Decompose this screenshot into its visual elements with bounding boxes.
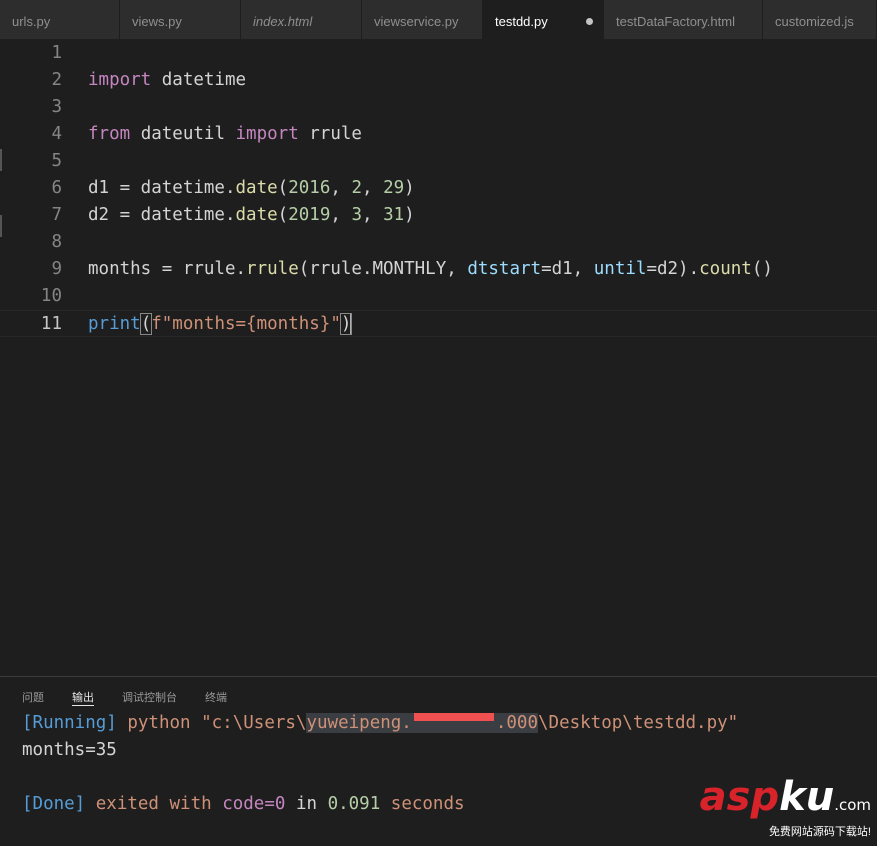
tab-bar: urls.py views.py index.html viewservice.py t… <box>0 0 877 39</box>
code-text: d1 = datetime.date(2016, 2, 29) <box>88 178 415 198</box>
text-cursor <box>350 313 353 335</box>
line-number: 3 <box>51 97 62 117</box>
panel-tab-1[interactable]: 输出 <box>72 689 94 706</box>
panel-tab-3[interactable]: 终端 <box>205 689 227 705</box>
tab-testdatafactory-html[interactable]: testDataFactory.html <box>604 0 763 39</box>
redaction-mark <box>413 713 494 721</box>
code-text: months = rrule.rrule(rrule.MONTHLY, dtst… <box>88 259 773 279</box>
line-number: 4 <box>51 124 62 144</box>
code-line[interactable]: 9 months = rrule.rrule(rrule.MONTHLY, dts… <box>0 256 877 283</box>
tab-customized-js[interactable]: customized.js <box>763 0 877 39</box>
line-number: 8 <box>51 232 62 252</box>
elapsed-time: 0.091 <box>327 794 381 814</box>
tab-label: viewservice.py <box>374 14 459 29</box>
line-number: 6 <box>51 178 62 198</box>
line-number: 1 <box>51 43 62 63</box>
aspku-watermark-logo: aspku.com 免费网站源码下载站! <box>699 774 871 838</box>
code-line[interactable]: 1 <box>0 40 877 67</box>
code-line[interactable]: 4 from dateutil import rrule <box>0 121 877 148</box>
output-line-done: [Done] exited with code=0 in 0.091 secon… <box>22 794 465 814</box>
line-number: 11 <box>40 314 62 334</box>
line-number: 2 <box>51 70 62 90</box>
tab-label: testDataFactory.html <box>616 14 735 29</box>
done-tag: [Done] <box>22 794 86 814</box>
code-line[interactable]: 11 print(f"months={months}") <box>0 310 877 337</box>
code-line[interactable]: 3 <box>0 94 877 121</box>
tab-label: views.py <box>132 14 182 29</box>
exit-code: code=0 <box>222 794 286 814</box>
code-editor[interactable]: 1 2 import datetime 3 4 from dateutil import … <box>0 39 877 676</box>
line-number: 9 <box>51 259 62 279</box>
panel-tabs: 问题 输出 调试控制台 终端 <box>22 689 255 706</box>
run-command: python "c:\Users\yuweipeng. .000\Desktop\… <box>116 713 739 733</box>
output-line-result: months=35 <box>22 740 117 760</box>
tab-viewservice-py[interactable]: viewservice.py <box>362 0 483 39</box>
tab-label: index.html <box>253 14 313 29</box>
code-line[interactable]: 8 <box>0 229 877 256</box>
tab-label: customized.js <box>775 14 854 29</box>
running-tag: [Running] <box>22 713 117 733</box>
code-line[interactable]: 10 <box>0 283 877 310</box>
code-text: d2 = datetime.date(2019, 3, 31) <box>88 205 415 225</box>
tab-views-py[interactable]: views.py <box>120 0 241 39</box>
code-line[interactable]: 7 d2 = datetime.date(2019, 3, 31) <box>0 202 877 229</box>
code-text: from dateutil import rrule <box>88 124 362 144</box>
line-number: 10 <box>40 286 62 306</box>
line-number: 5 <box>51 151 62 171</box>
line-number: 7 <box>51 205 62 225</box>
unsaved-dot-icon[interactable] <box>586 18 593 25</box>
tab-testdd-py[interactable]: testdd.py <box>483 0 604 39</box>
tab-label: urls.py <box>12 14 51 29</box>
tab-index-html[interactable]: index.html <box>241 0 362 39</box>
code-line[interactable]: 2 import datetime <box>0 67 877 94</box>
panel-tab-0[interactable]: 问题 <box>22 689 44 705</box>
panel-tab-2[interactable]: 调试控制台 <box>122 689 177 705</box>
code-line[interactable]: 5 <box>0 148 877 175</box>
code-text: print(f"months={months}") <box>88 313 353 335</box>
code-text: import datetime <box>88 70 247 90</box>
tab-label: testdd.py <box>495 14 548 29</box>
code-line[interactable]: 6 d1 = datetime.date(2016, 2, 29) <box>0 175 877 202</box>
tab-urls-py[interactable]: urls.py <box>0 0 120 39</box>
output-line-running: [Running] python "c:\Users\yuweipeng. .00… <box>22 710 738 737</box>
